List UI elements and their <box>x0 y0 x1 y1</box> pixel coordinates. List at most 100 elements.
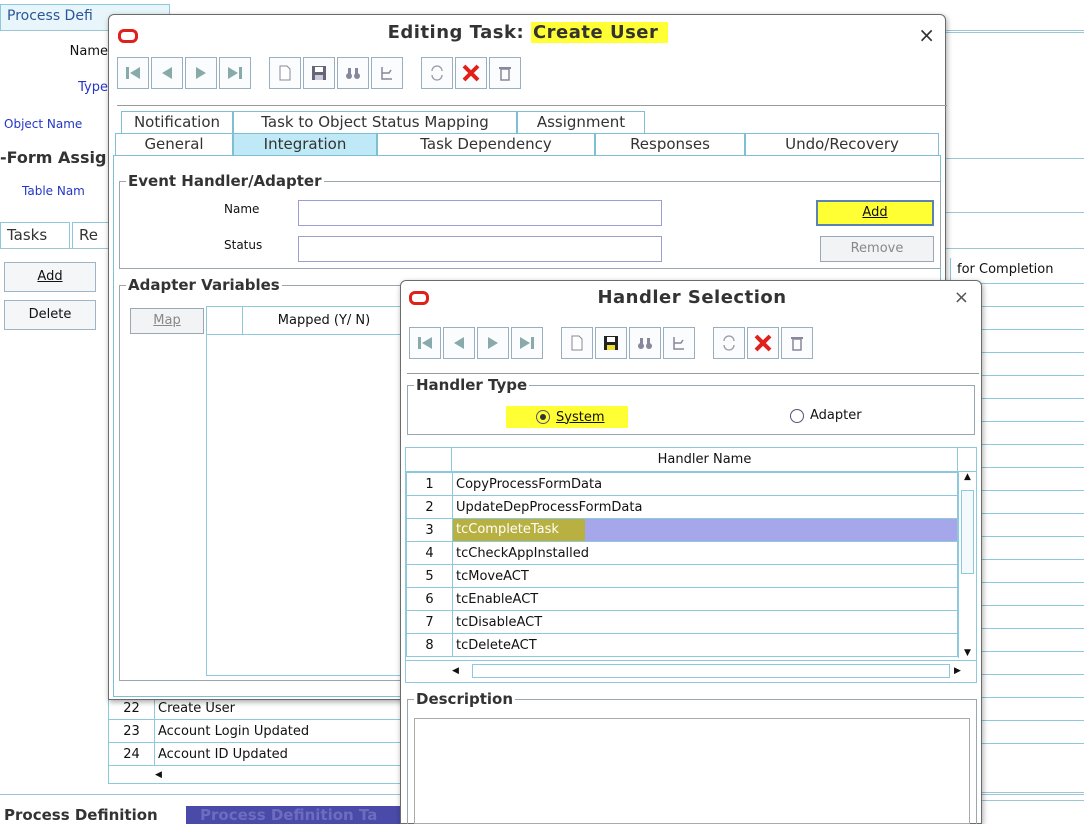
refresh-icon <box>723 335 735 351</box>
query-button[interactable] <box>663 327 695 359</box>
save-icon <box>604 336 618 350</box>
handler-table: Handler Name 1 CopyProcessFormData 2 Updat… <box>405 447 977 683</box>
tab-label: Task to Object Status Mapping <box>261 113 489 131</box>
handler-status-field[interactable] <box>298 236 662 262</box>
divider <box>946 212 1084 213</box>
cancel-button[interactable] <box>747 327 779 359</box>
adapter-radio[interactable]: Adapter <box>790 408 862 423</box>
scroll-thumb[interactable] <box>472 663 950 678</box>
handler-name-field[interactable] <box>298 200 662 226</box>
add-task-button[interactable]: Add <box>4 262 96 292</box>
table-row-selected[interactable]: 3 tcCompleteTask <box>406 518 958 542</box>
table-row[interactable]: 8 tcDeleteACT <box>406 633 958 657</box>
type-label: Type <box>78 80 108 95</box>
table-row[interactable]: 2 UpdateDepProcessFormData <box>406 495 958 519</box>
mapped-header: Mapped (Y/ N) <box>277 313 371 328</box>
find-button[interactable] <box>629 327 661 359</box>
tab-responses-bg[interactable]: Re <box>72 222 112 248</box>
radio-unselected-icon <box>790 408 804 423</box>
tab-label: Undo/Recovery <box>785 135 899 153</box>
horizontal-scrollbar[interactable]: ◀ ▶ <box>406 660 976 680</box>
first-record-button[interactable] <box>117 57 149 89</box>
table-row[interactable]: 6 tcEnableACT <box>406 587 958 611</box>
first-record-button[interactable] <box>409 327 441 359</box>
adapter-variables-table: Mapped (Y/ N) <box>206 306 406 676</box>
header-corner <box>406 448 452 471</box>
handler-name-header[interactable]: Handler Name <box>452 448 958 471</box>
remove-handler-button[interactable]: Remove <box>820 236 934 262</box>
close-icon[interactable]: × <box>918 23 935 47</box>
description-textarea[interactable] <box>414 718 970 824</box>
tab-process-definition-tasks[interactable]: Process Definition Ta <box>186 806 402 824</box>
handler-name-cell: tcCompleteTask <box>452 518 958 542</box>
delete-button[interactable] <box>489 57 521 89</box>
tab-row-1: Notification Task to Object Status Mappi… <box>121 111 645 133</box>
name-label: Name <box>69 44 108 59</box>
map-label: Map <box>153 313 181 328</box>
tab-undo-recovery[interactable]: Undo/Recovery <box>745 133 939 155</box>
map-button[interactable]: Map <box>130 308 204 334</box>
refresh-button[interactable] <box>421 57 453 89</box>
handler-dialog-title: Handler Selection <box>597 287 787 308</box>
divider <box>117 105 947 106</box>
new-button[interactable] <box>269 57 301 89</box>
divider <box>980 800 1084 801</box>
tab-task-dependency[interactable]: Task Dependency <box>377 133 595 155</box>
tab-general[interactable]: General <box>115 133 233 155</box>
horizontal-scrollbar[interactable]: ◀ <box>108 766 404 784</box>
new-button[interactable] <box>561 327 593 359</box>
scroll-left-icon[interactable]: ◀ <box>452 666 468 676</box>
row-number: 1 <box>406 472 453 496</box>
tab-task-to-object-status-mapping[interactable]: Task to Object Status Mapping <box>233 111 517 133</box>
row-number: 24 <box>108 742 155 766</box>
scroll-up-icon[interactable]: ▲ <box>959 472 976 488</box>
tab-integration[interactable]: Integration <box>233 133 377 155</box>
first-icon <box>418 337 432 349</box>
row-number: 23 <box>108 719 155 743</box>
delete-button[interactable] <box>781 327 813 359</box>
last-record-button[interactable] <box>511 327 543 359</box>
add-handler-button[interactable]: Add <box>816 200 934 226</box>
refresh-button[interactable] <box>713 327 745 359</box>
table-row[interactable]: 24 Account ID Updated <box>108 742 404 766</box>
table-row[interactable]: 7 tcDisableACT <box>406 610 958 634</box>
table-row[interactable]: 1 CopyProcessFormData <box>406 472 958 496</box>
tab-responses[interactable]: Responses <box>595 133 745 155</box>
table-row[interactable]: 4 tcCheckAppInstalled <box>406 541 958 565</box>
delete-task-button[interactable]: Delete <box>4 300 96 330</box>
previous-record-button[interactable] <box>151 57 183 89</box>
scroll-right-icon[interactable]: ▶ <box>954 666 976 676</box>
previous-record-button[interactable] <box>443 327 475 359</box>
dialog-title: Editing Task: Create User <box>109 22 947 43</box>
next-record-button[interactable] <box>477 327 509 359</box>
handler-name: tcDeleteACT <box>452 633 958 657</box>
form-assignment-heading: -Form Assig <box>0 148 107 167</box>
refresh-icon <box>431 65 443 81</box>
binoculars-icon <box>638 338 652 349</box>
scroll-left-icon[interactable]: ◀ <box>155 770 162 780</box>
scroll-down-icon[interactable]: ▼ <box>959 648 976 658</box>
event-handler-group: Event Handler/Adapter Name Status Add Re… <box>119 172 941 269</box>
tab-notification[interactable]: Notification <box>121 111 233 133</box>
tab-process-definition[interactable]: Process Definition <box>0 806 186 824</box>
next-record-button[interactable] <box>185 57 217 89</box>
system-radio[interactable]: System <box>506 406 628 428</box>
find-button[interactable] <box>337 57 369 89</box>
vertical-scrollbar[interactable]: ▲ ▼ <box>958 472 976 658</box>
query-button[interactable] <box>371 57 403 89</box>
tab-label: Notification <box>133 113 221 131</box>
save-button[interactable] <box>303 57 335 89</box>
radio-selected-icon <box>536 410 550 424</box>
table-row[interactable]: 5 tcMoveACT <box>406 564 958 588</box>
handler-name: tcCompleteTask <box>453 519 585 541</box>
close-icon[interactable]: × <box>954 287 969 308</box>
table-row[interactable]: 23 Account Login Updated <box>108 719 404 743</box>
save-button[interactable] <box>595 327 627 359</box>
tab-assignment[interactable]: Assignment <box>517 111 645 133</box>
cancel-button[interactable] <box>455 57 487 89</box>
last-record-button[interactable] <box>219 57 251 89</box>
tab-label: Re <box>79 226 98 244</box>
row-number: 3 <box>406 518 453 542</box>
tab-tasks[interactable]: Tasks <box>0 222 70 248</box>
scroll-thumb[interactable] <box>961 490 974 574</box>
